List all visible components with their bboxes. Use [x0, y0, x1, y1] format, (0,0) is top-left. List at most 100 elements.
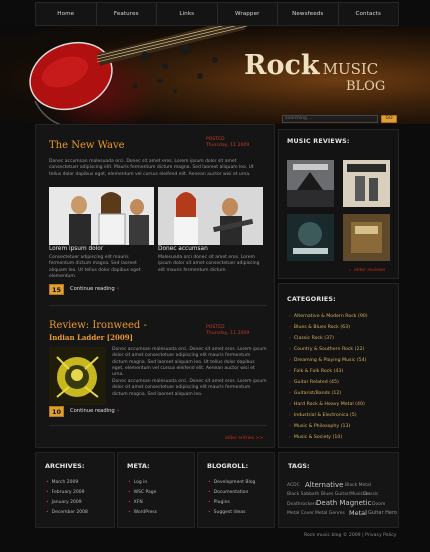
main-content: The New Wave POSTED Thursday, 11 2009 Don…: [35, 124, 275, 448]
categories-title: CATEGORIES:: [287, 296, 336, 303]
category-item[interactable]: Classic Rock (37): [289, 336, 334, 341]
blogroll-item[interactable]: Suggest Ideas: [208, 510, 246, 515]
nav-home[interactable]: Home: [36, 3, 97, 25]
continue-reading-link[interactable]: Continue reading »: [70, 408, 120, 414]
review-cover-4[interactable]: [343, 214, 390, 261]
category-item[interactable]: Blues & Blues Rock (63): [289, 325, 350, 330]
archive-item[interactable]: March 2009: [46, 480, 79, 485]
header-banner: Rock MUSIC BLOG: [0, 26, 430, 124]
post-divider: [49, 425, 267, 426]
tag-item[interactable]: Metal Cover: [287, 511, 314, 516]
tag-item[interactable]: Metal Genres: [315, 511, 345, 516]
review-cover-2[interactable]: [343, 160, 390, 207]
archive-item[interactable]: January 2009: [46, 500, 82, 505]
category-item[interactable]: Guitar Related (45): [289, 380, 339, 385]
tag-item[interactable]: Metal: [349, 509, 367, 517]
category-item[interactable]: Guitarist/Bands (12): [289, 391, 341, 396]
tag-item[interactable]: Black Metal: [345, 483, 371, 488]
logo-rock: Rock: [244, 50, 320, 81]
category-item[interactable]: Country & Southern Rock (22): [289, 347, 364, 352]
nav-features[interactable]: Features: [97, 3, 157, 25]
older-entries-link[interactable]: older entries >>: [225, 436, 263, 441]
singer-photo-art: [49, 187, 154, 245]
nav-contacts[interactable]: Contacts: [339, 3, 399, 25]
post-text-2: Donec accumsan malesuada orci. Donec sit…: [112, 379, 267, 397]
tag-item[interactable]: Alternative: [305, 481, 343, 489]
comment-count[interactable]: 10: [49, 406, 64, 417]
tag-item[interactable]: Death Magnetic: [316, 499, 371, 507]
categories-box: CATEGORIES: Alternative & Modern Rock (9…: [278, 283, 399, 448]
review-art-2: [343, 160, 390, 207]
post-date: Thursday, 11 2009: [206, 331, 250, 336]
post-divider: [49, 305, 267, 306]
category-item[interactable]: Dreaming & Playing Music (54): [289, 358, 367, 363]
meta-item[interactable]: Log in: [128, 480, 148, 485]
category-item[interactable]: Alternative & Modern Rock (90): [289, 314, 368, 319]
tag-item[interactable]: Doom: [372, 502, 385, 507]
post-photo-singer[interactable]: [49, 187, 154, 245]
category-item[interactable]: Hard Rock & Heavy Metal (40): [289, 402, 365, 407]
archive-item[interactable]: December 2008: [46, 510, 88, 515]
category-item[interactable]: Music & Society (10): [289, 435, 342, 440]
archives-box: ARCHIVES: March 2009 February 2009 Janua…: [35, 452, 115, 528]
post-photo-band[interactable]: [158, 187, 263, 245]
album-cover[interactable]: [49, 347, 106, 405]
review-art-3: [287, 214, 334, 261]
photo-text-right: Malesuada orci donec sit amet eros. Lore…: [158, 255, 260, 273]
tags-title: TAGS:: [288, 462, 310, 470]
arrow-icon: »: [116, 286, 120, 292]
band-photo-art: [158, 187, 263, 245]
guitar-illustration: [29, 26, 248, 124]
older-reviews-link[interactable]: older reviews: [349, 268, 385, 273]
tag-item[interactable]: Black Sabbath: [287, 492, 319, 497]
continue-reading-link[interactable]: Continue reading »: [70, 286, 120, 292]
post-subtitle[interactable]: Indian Ladder [2009]: [49, 333, 133, 342]
arrow-icon: »: [116, 408, 120, 414]
reviews-title: MUSIC REVIEWS:: [287, 138, 350, 145]
logo-blog: BLOG: [346, 79, 386, 94]
review-art-4: [343, 214, 390, 261]
search-button[interactable]: GO: [381, 114, 397, 123]
category-item[interactable]: Music & Philosophy (13): [289, 424, 350, 429]
post-meta: POSTED Thursday, 11 2009: [206, 325, 249, 337]
music-reviews-box: MUSIC REVIEWS: older reviews: [278, 129, 399, 279]
blogroll-item[interactable]: Development Blog: [208, 480, 256, 485]
archive-item[interactable]: February 2009: [46, 490, 85, 495]
review-art-1: [287, 160, 334, 207]
blogroll-item[interactable]: Plugins: [208, 500, 230, 505]
photo-caption-left[interactable]: Lorem ipsum dolor: [49, 246, 103, 252]
search-input[interactable]: [282, 114, 378, 123]
tag-item[interactable]: Deathrockers: [287, 502, 317, 507]
category-item[interactable]: Industrial & Electronica (5): [289, 413, 357, 418]
post-meta: POSTED Thursday, 11 2009: [206, 137, 249, 149]
tag-item[interactable]: ACDC: [287, 483, 300, 488]
nav-links[interactable]: Links: [157, 3, 218, 25]
tag-item[interactable]: Classic: [363, 492, 379, 497]
photo-text-left: Consectetuer adipiscing elit mauris ferm…: [49, 255, 141, 279]
tags-box: TAGS: ACDC Alternative Black Metal Black…: [278, 452, 399, 528]
post-title[interactable]: Review: Ironweed -: [49, 320, 147, 331]
logo-music: MUSIC: [322, 60, 379, 78]
meta-item[interactable]: XFN: [128, 500, 143, 505]
page: Home Features Links Wrapper Newsfeeds Co…: [0, 0, 430, 552]
category-item[interactable]: Folk & Folk Rock (43): [289, 369, 343, 374]
post-text: Donec accumsan malesuada orci. Donec sit…: [49, 159, 254, 177]
meta-item[interactable]: WordPress: [128, 510, 157, 515]
post-text: Donec accumsan malesuada orci. Donec sit…: [112, 347, 267, 378]
tag-item[interactable]: Guitar Hero: [368, 510, 397, 516]
album-art: [49, 347, 106, 405]
site-logo[interactable]: Rock MUSIC BLOG: [244, 50, 385, 94]
post-title[interactable]: The New Wave: [49, 140, 125, 151]
main-nav: Home Features Links Wrapper Newsfeeds Co…: [35, 2, 399, 26]
blogroll-item[interactable]: Documentation: [208, 490, 249, 495]
review-cover-3[interactable]: [287, 214, 334, 261]
continue-label: Continue reading: [70, 286, 115, 292]
comment-count[interactable]: 15: [49, 284, 64, 295]
review-cover-1[interactable]: [287, 160, 334, 207]
meta-item[interactable]: WSC Page: [128, 490, 157, 495]
search-bar: GO: [282, 113, 398, 124]
meta-box: META: Log in WSC Page XFN WordPress: [117, 452, 195, 528]
photo-caption-right[interactable]: Donec accumsan: [158, 246, 208, 252]
nav-newsfeeds[interactable]: Newsfeeds: [278, 3, 339, 25]
nav-wrapper[interactable]: Wrapper: [218, 3, 278, 25]
